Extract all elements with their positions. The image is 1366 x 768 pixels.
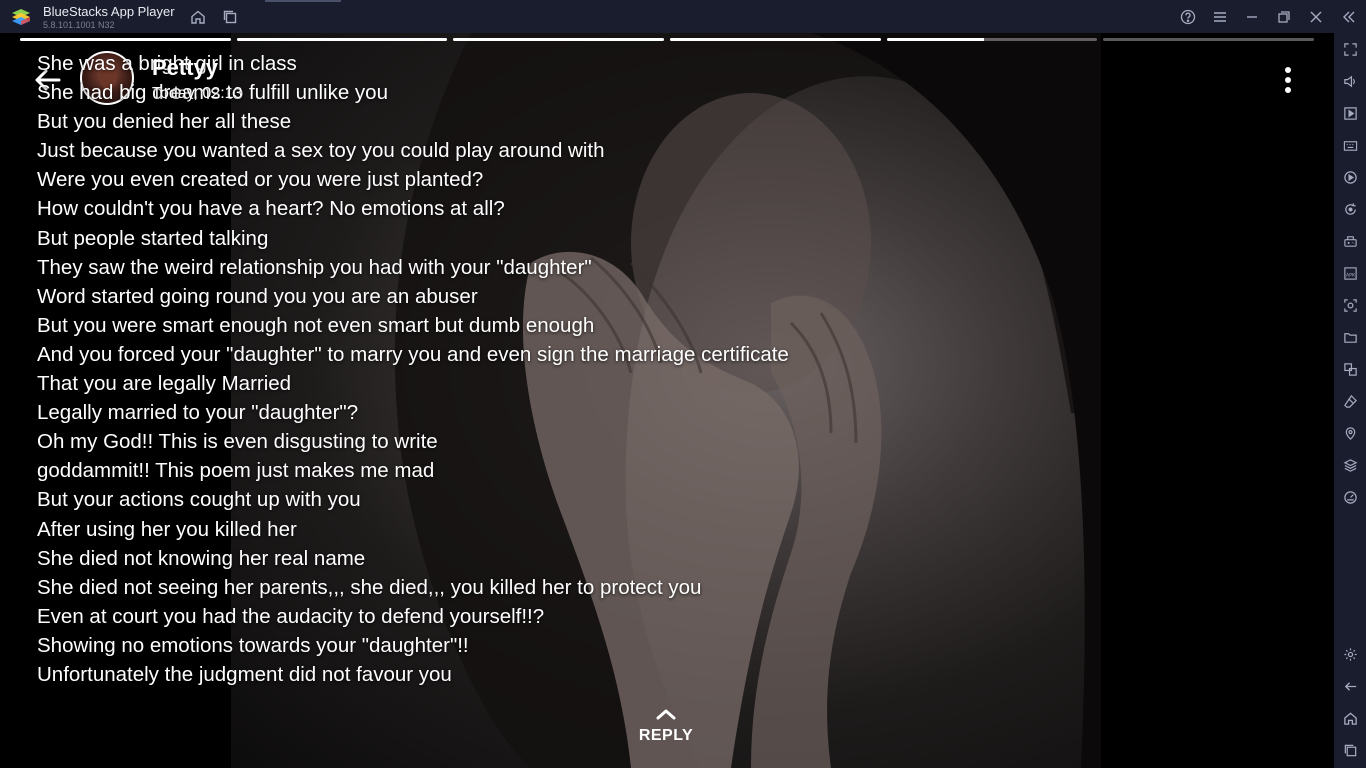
reply-label: REPLY: [638, 727, 694, 744]
status-caption: She was a bright girl in class She had bi…: [37, 49, 937, 689]
poem-line: But you denied her all these: [37, 110, 292, 134]
more-options-icon[interactable]: [1276, 65, 1300, 95]
macro-icon[interactable]: [1341, 168, 1359, 186]
collapse-sidebar-icon[interactable]: [1340, 8, 1358, 26]
poem-line: They saw the weird relationship you had …: [37, 255, 592, 279]
home-icon[interactable]: [1341, 709, 1359, 727]
progress-segment-fill: [670, 38, 881, 41]
location-icon[interactable]: [1341, 424, 1359, 442]
multi-window-icon[interactable]: [1341, 360, 1359, 378]
tab-indicator: [265, 0, 341, 2]
reply-button[interactable]: REPLY: [626, 707, 706, 755]
menu-icon[interactable]: [1211, 8, 1229, 26]
progress-segment: [670, 38, 881, 41]
svg-text:APK: APK: [1345, 272, 1355, 278]
home-icon[interactable]: [189, 8, 207, 26]
close-icon[interactable]: [1307, 8, 1325, 26]
keyboard-icon[interactable]: [1341, 136, 1359, 154]
bluestacks-logo-icon: [12, 9, 30, 25]
contact-name[interactable]: Pettyy: [152, 55, 218, 81]
back-icon[interactable]: [1341, 677, 1359, 695]
multi-instance-icon[interactable]: [221, 8, 239, 26]
poem-line: Even at court you had the audacity to de…: [37, 604, 545, 628]
eco-mode-icon[interactable]: [1341, 488, 1359, 506]
progress-segment-fill: [20, 38, 231, 41]
layers-icon[interactable]: [1341, 456, 1359, 474]
progress-segment: [453, 38, 665, 41]
poem-line: Just because you wanted a sex toy you co…: [37, 139, 605, 163]
app-title: BlueStacks App Player: [43, 4, 175, 19]
poem-line: But your actions cought up with you: [37, 488, 361, 512]
recents-icon[interactable]: [1341, 741, 1359, 759]
poem-line: How couldn't you have a heart? No emotio…: [37, 197, 505, 221]
play-icon[interactable]: [1341, 104, 1359, 122]
poem-line: She died not knowing her real name: [37, 546, 366, 570]
side-toolbar: APK: [1334, 33, 1366, 768]
story-progress: [20, 38, 1315, 41]
gamepad-icon[interactable]: [1341, 232, 1359, 250]
poem-line: But you were smart enough not even smart…: [37, 313, 595, 337]
eraser-icon[interactable]: [1341, 392, 1359, 410]
poem-line: Legally married to your "daughter"?: [37, 401, 359, 425]
fullscreen-icon[interactable]: [1341, 40, 1359, 58]
status-viewer[interactable]: She was a bright girl in class She had bi…: [0, 33, 1334, 768]
poem-line: Were you even created or you were just p…: [37, 168, 484, 192]
restore-icon[interactable]: [1275, 8, 1293, 26]
post-time: Today, 02:13: [152, 85, 243, 102]
progress-segment-fill: [886, 38, 984, 41]
screenshot-icon[interactable]: [1341, 296, 1359, 314]
progress-segment-fill: [236, 38, 448, 41]
minimize-icon[interactable]: [1243, 8, 1261, 26]
poem-line: And you forced your "daughter" to marry …: [37, 342, 789, 366]
poem-line: Unfortunately the judgment did not favou…: [37, 662, 452, 686]
rotate-icon[interactable]: [1341, 200, 1359, 218]
folder-icon[interactable]: [1341, 328, 1359, 346]
app-version: 5.8.101.1001 N32: [43, 20, 115, 30]
apk-icon[interactable]: APK: [1341, 264, 1359, 282]
settings-icon[interactable]: [1341, 645, 1359, 663]
progress-segment: [886, 38, 1098, 41]
poem-line: That you are legally Married: [37, 372, 292, 396]
poem-line: But people started talking: [37, 226, 269, 250]
progress-segment: [1103, 38, 1315, 41]
poem-line: Word started going round you you are an …: [37, 284, 478, 308]
chevron-up-icon: [656, 709, 676, 720]
title-bar: BlueStacks App Player 5.8.101.1001 N32: [0, 0, 1366, 33]
progress-segment: [236, 38, 448, 41]
poem-line: Oh my God!! This is even disgusting to w…: [37, 430, 438, 454]
volume-icon[interactable]: [1341, 72, 1359, 90]
poem-line: She died not seeing her parents,,, she d…: [37, 575, 702, 599]
progress-segment: [20, 38, 231, 41]
help-icon[interactable]: [1179, 8, 1197, 26]
poem-line: Showing no emotions towards your "daught…: [37, 633, 469, 657]
poem-line: After using her you killed her: [37, 517, 297, 541]
poem-line: goddammit!! This poem just makes me mad: [37, 459, 435, 483]
progress-segment-fill: [453, 38, 665, 41]
